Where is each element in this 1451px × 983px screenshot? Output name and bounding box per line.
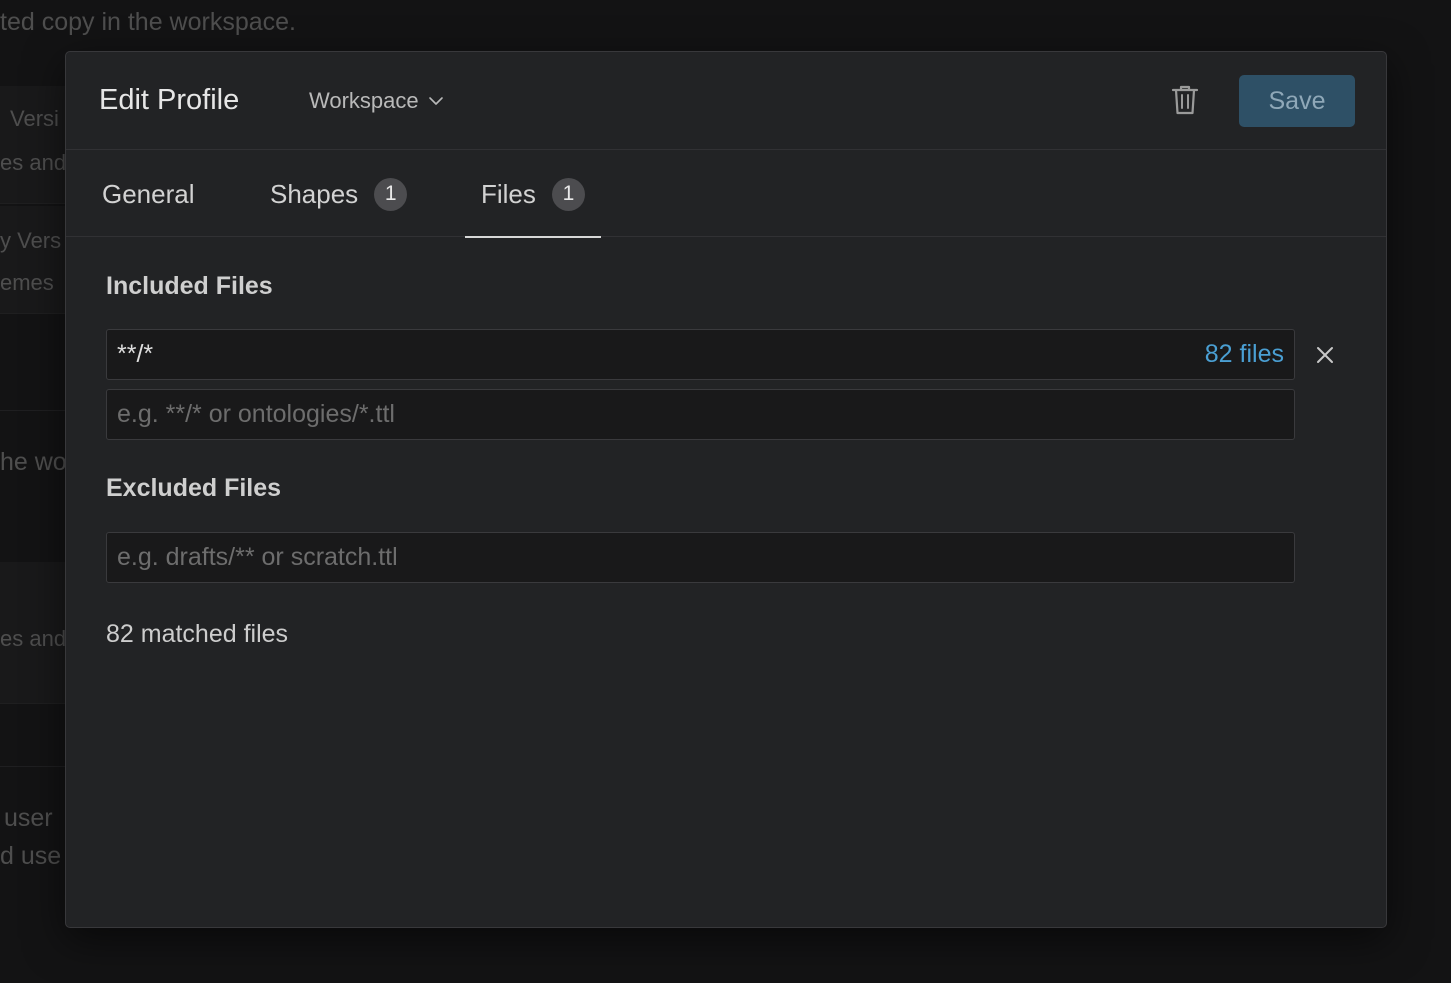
trash-icon bbox=[1171, 85, 1199, 115]
close-icon bbox=[1317, 347, 1333, 363]
dialog-header: Edit Profile Workspace Save bbox=[66, 52, 1386, 150]
edit-profile-dialog: Edit Profile Workspace Save General Shap… bbox=[65, 51, 1387, 928]
excluded-files-heading: Excluded Files bbox=[106, 474, 282, 502]
remove-pattern-button[interactable] bbox=[1311, 341, 1339, 369]
match-count[interactable]: 82 files bbox=[1205, 340, 1284, 369]
count-badge: 1 bbox=[551, 177, 585, 211]
scope-dropdown[interactable]: Workspace bbox=[309, 88, 445, 114]
tab-bar: General Shapes 1 Files 1 bbox=[66, 151, 1386, 238]
tab-label: Shapes bbox=[270, 178, 359, 209]
dialog-title: Edit Profile bbox=[99, 84, 240, 116]
tab-label: Files bbox=[481, 178, 536, 209]
tab-shapes[interactable]: Shapes 1 bbox=[270, 151, 408, 237]
included-files-heading: Included Files bbox=[106, 272, 273, 300]
included-pattern-input[interactable] bbox=[117, 400, 1284, 429]
new-excluded-pattern-input[interactable] bbox=[106, 532, 1295, 583]
chevron-down-icon bbox=[428, 97, 443, 105]
save-button[interactable]: Save bbox=[1239, 75, 1355, 127]
included-pattern-field[interactable]: **/* 82 files bbox=[106, 329, 1295, 380]
matched-files-summary: 82 matched files bbox=[106, 620, 289, 648]
scope-dropdown-label: Workspace bbox=[309, 88, 419, 113]
tab-general[interactable]: General bbox=[102, 151, 195, 237]
tab-files[interactable]: Files 1 bbox=[465, 151, 601, 238]
tab-label: General bbox=[102, 178, 195, 209]
pattern-value: **/* bbox=[117, 340, 154, 368]
excluded-pattern-input[interactable] bbox=[117, 543, 1284, 572]
new-included-pattern-input[interactable] bbox=[106, 389, 1295, 440]
delete-profile-button[interactable] bbox=[1169, 83, 1201, 117]
count-badge: 1 bbox=[374, 177, 408, 211]
